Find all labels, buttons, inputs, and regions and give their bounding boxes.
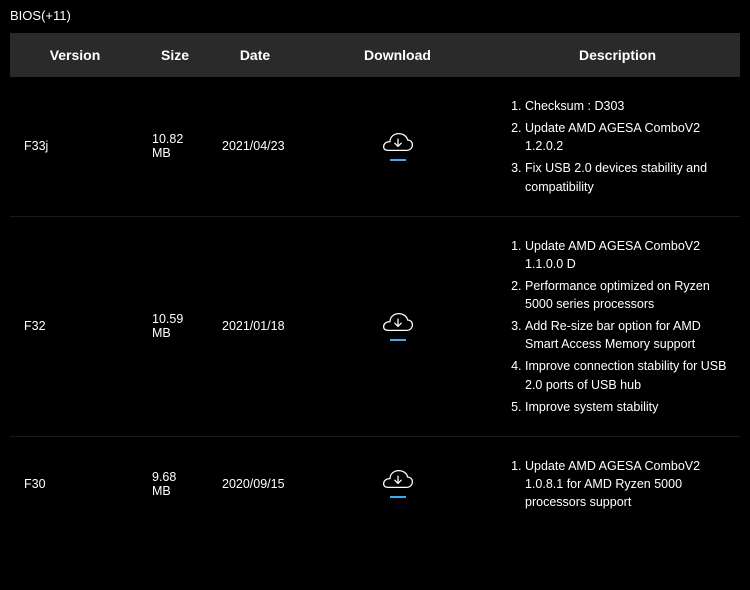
header-version: Version xyxy=(10,33,140,77)
description-list: Checksum : D303 Update AMD AGESA ComboV2 … xyxy=(507,97,728,196)
header-date: Date xyxy=(210,33,300,77)
download-cloud-icon[interactable] xyxy=(382,132,414,161)
description-item: Update AMD AGESA ComboV2 1.1.0.0 D xyxy=(525,237,728,273)
table-row: F309.68 MB2020/09/15 Update AMD AGESA Co… xyxy=(10,436,740,531)
table-row: F3210.59 MB2021/01/18 Update AMD AGESA C… xyxy=(10,216,740,436)
section-title: BIOS(+11) xyxy=(10,8,740,23)
description-list: Update AMD AGESA ComboV2 1.0.8.1 for AMD… xyxy=(507,457,728,511)
description-item: Update AMD AGESA ComboV2 1.0.8.1 for AMD… xyxy=(525,457,728,511)
cell-download xyxy=(300,216,495,436)
header-download: Download xyxy=(300,33,495,77)
description-list: Update AMD AGESA ComboV2 1.1.0.0 D Perfor… xyxy=(507,237,728,416)
cell-size: 10.82 MB xyxy=(140,77,210,216)
bios-table: Version Size Date Download Description F… xyxy=(10,33,740,531)
header-size: Size xyxy=(140,33,210,77)
cell-date: 2021/04/23 xyxy=(210,77,300,216)
description-item: Fix USB 2.0 devices stability and compat… xyxy=(525,159,728,195)
description-item: Performance optimized on Ryzen 5000 seri… xyxy=(525,277,728,313)
cell-size: 9.68 MB xyxy=(140,436,210,531)
download-cloud-icon[interactable] xyxy=(382,469,414,498)
cell-size: 10.59 MB xyxy=(140,216,210,436)
cell-version: F30 xyxy=(10,436,140,531)
cell-version: F33j xyxy=(10,77,140,216)
cell-description: Update AMD AGESA ComboV2 1.0.8.1 for AMD… xyxy=(495,436,740,531)
cell-download xyxy=(300,77,495,216)
download-cloud-icon[interactable] xyxy=(382,312,414,341)
description-item: Add Re-size bar option for AMD Smart Acc… xyxy=(525,317,728,353)
description-item: Improve system stability xyxy=(525,398,728,416)
header-description: Description xyxy=(495,33,740,77)
description-item: Update AMD AGESA ComboV2 1.2.0.2 xyxy=(525,119,728,155)
cell-description: Checksum : D303 Update AMD AGESA ComboV2 … xyxy=(495,77,740,216)
cell-version: F32 xyxy=(10,216,140,436)
cell-date: 2020/09/15 xyxy=(210,436,300,531)
table-row: F33j10.82 MB2021/04/23 Checksum : D303 Up… xyxy=(10,77,740,216)
description-item: Improve connection stability for USB 2.0… xyxy=(525,357,728,393)
description-item: Checksum : D303 xyxy=(525,97,728,115)
table-header-row: Version Size Date Download Description xyxy=(10,33,740,77)
cell-download xyxy=(300,436,495,531)
cell-description: Update AMD AGESA ComboV2 1.1.0.0 D Perfor… xyxy=(495,216,740,436)
cell-date: 2021/01/18 xyxy=(210,216,300,436)
